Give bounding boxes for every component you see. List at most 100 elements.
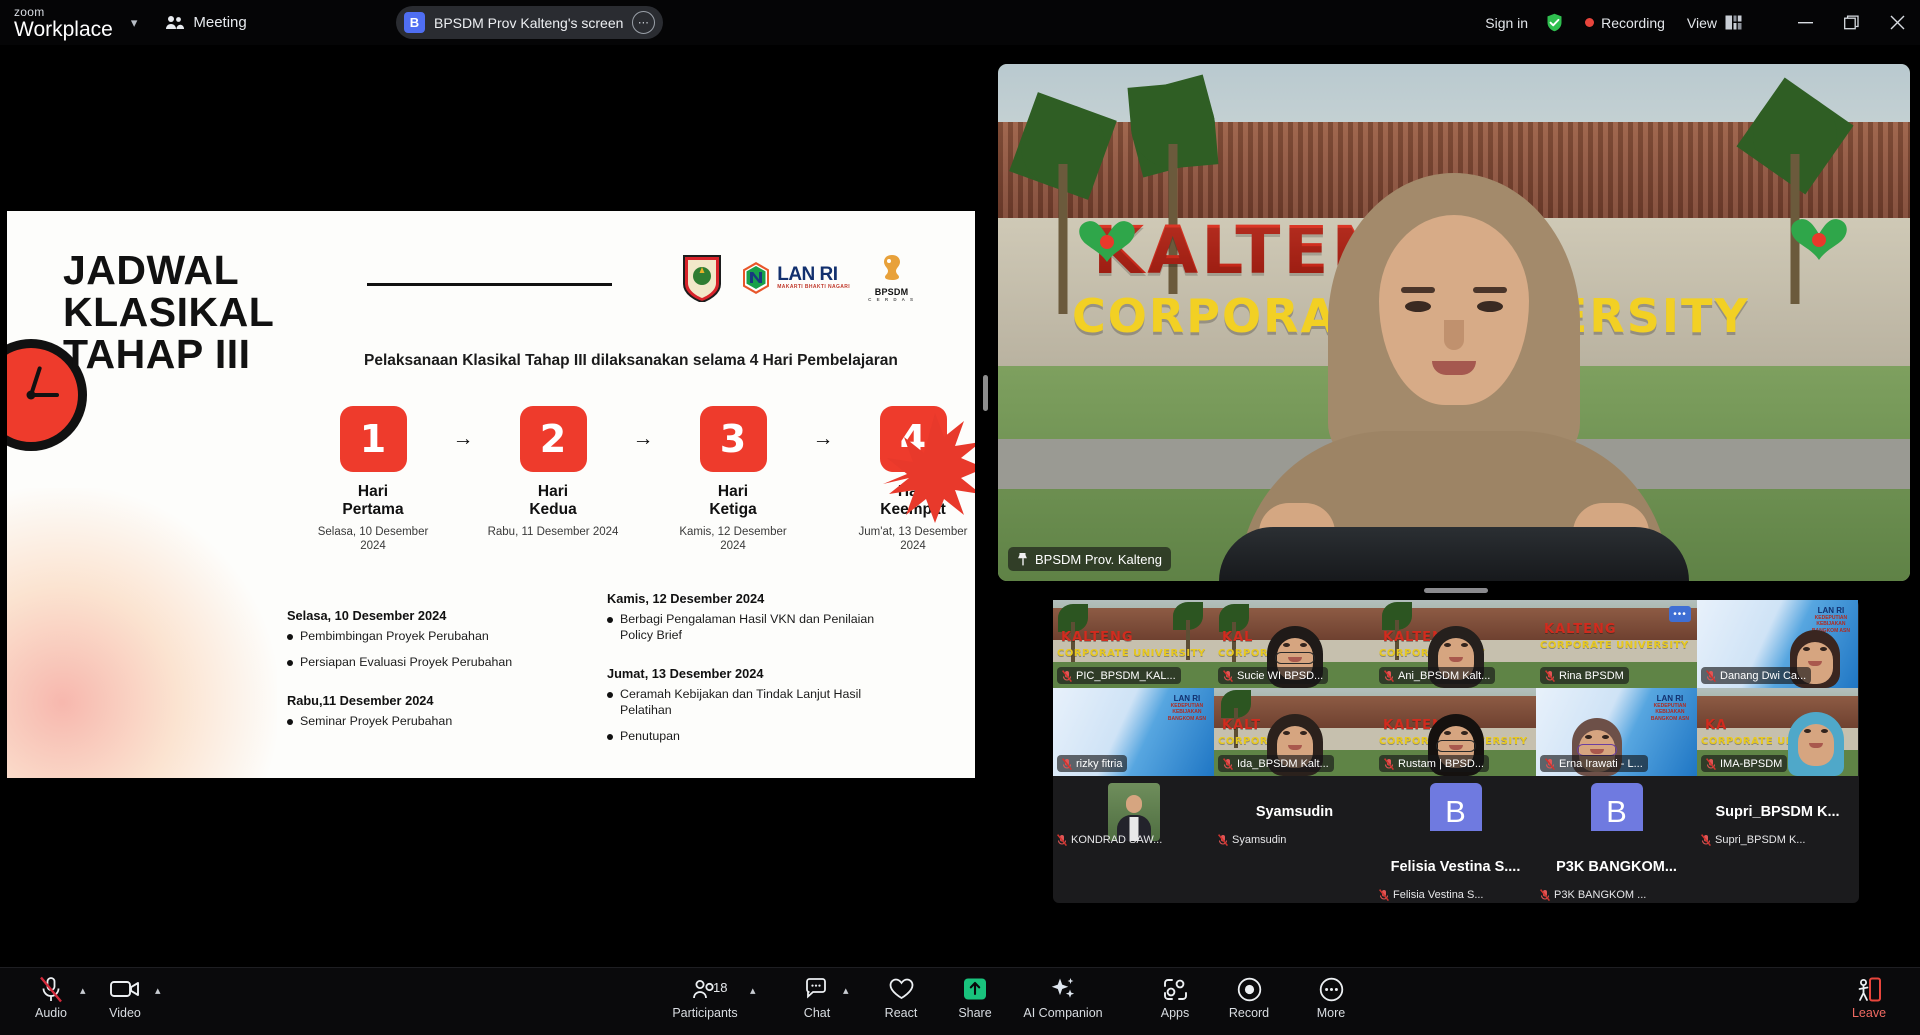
react-button[interactable]: React — [864, 974, 938, 1020]
chevron-down-icon[interactable]: ▾ — [131, 15, 138, 31]
step-name-line1: Hari — [297, 483, 449, 501]
video-label: Video — [88, 1006, 162, 1020]
layout-icon — [1725, 15, 1742, 30]
window-controls — [1782, 0, 1920, 45]
leave-button[interactable]: Leave — [1832, 974, 1906, 1020]
zoom-logo-line1: zoom — [14, 6, 113, 18]
meeting-tab[interactable]: Meeting — [165, 14, 246, 31]
share-button[interactable]: Share — [938, 974, 1012, 1020]
participant-tile[interactable]: KALT CORPORATE Ida_BPSDM Kalt... — [1214, 688, 1375, 776]
record-button[interactable]: Record — [1212, 974, 1286, 1020]
participant-name-text: KONDRAD SAW... — [1071, 834, 1162, 846]
record-label: Record — [1212, 1006, 1286, 1020]
participant-name-label: Syamsudin — [1218, 834, 1286, 846]
ornament-icon — [1074, 214, 1140, 270]
more-button[interactable]: More — [1294, 974, 1368, 1020]
participants-button[interactable]: Participants — [668, 974, 742, 1020]
participant-tile[interactable]: KALTENG CORPORATE UNIVERSITY PIC_BPSDM_K… — [1053, 600, 1214, 688]
step-date: Jum'at, 13 Desember 2024 — [837, 525, 975, 554]
active-speaker-video[interactable]: KALTENG CORPORATE UNIVERSITY — [998, 64, 1910, 581]
people-icon — [165, 15, 184, 30]
chat-button[interactable]: Chat — [780, 974, 854, 1020]
share-scroll-handle[interactable] — [983, 375, 988, 411]
audio-button[interactable]: Audio — [14, 974, 88, 1020]
arrow-right-icon: → — [449, 406, 477, 472]
ellipsis-icon[interactable]: ⋯ — [632, 11, 655, 34]
participant-tile[interactable]: LAN RIKEDEPUTIANKEBIJAKANBANGKOM ASN Ern… — [1536, 688, 1697, 776]
slide-title-line-2: KLASIKAL — [63, 291, 274, 333]
participant-name-label: PIC_BPSDM_KAL... — [1057, 667, 1181, 684]
participant-name-label: Ani_BPSDM Kalt... — [1379, 667, 1495, 684]
step-number-box: 3 — [700, 406, 767, 472]
chat-options-chevron-icon[interactable]: ▴ — [843, 984, 849, 997]
participant-name-text: Syamsudin — [1232, 834, 1286, 846]
agenda-heading: Rabu,11 Desember 2024 — [287, 693, 577, 708]
shield-check-icon[interactable] — [1544, 12, 1565, 33]
tile-backdrop-text: KA — [1705, 718, 1727, 733]
participant-tile[interactable]: KALTENG CORPORATE UNIVERSITY ••• Rina BP… — [1536, 600, 1697, 688]
participant-tile[interactable]: KALTENG CORPORATE UNIVERSITY Rustam | BP… — [1375, 688, 1536, 776]
zoom-meeting-window: zoom Workplace ▾ Meeting B BPSDM Prov Ka… — [0, 0, 1920, 1035]
agenda-item-text: Penutupan — [620, 729, 680, 745]
bpsdm-mark-icon — [875, 253, 909, 281]
arrow-right-icon: → — [809, 406, 837, 472]
participant-tile[interactable]: P3K BANGKOM... P3K BANGKOM ... — [1536, 831, 1697, 903]
minimize-button[interactable] — [1782, 0, 1828, 45]
participant-tile[interactable]: Syamsudin Syamsudin — [1214, 776, 1375, 848]
audio-label: Audio — [14, 1006, 88, 1020]
maximize-button[interactable] — [1828, 0, 1874, 45]
tile-backdrop-text: KAL — [1222, 630, 1253, 645]
participant-tile[interactable]: Felisia Vestina S.... Felisia Vestina S.… — [1375, 831, 1536, 903]
agenda-item: Seminar Proyek Perubahan — [287, 714, 577, 730]
speaker-name-text: BPSDM Prov. Kalteng — [1035, 552, 1162, 567]
maximize-icon — [1844, 15, 1859, 30]
tile-backdrop-subtext: CORPORATE UNIVERSITY — [1540, 640, 1689, 651]
gallery-row: LAN RIKEDEPUTIANKEBIJAKANBANGKOM ASN riz… — [1053, 688, 1859, 776]
participant-tile[interactable]: KA CORPORATE UNIV IMA-BPSDM — [1697, 688, 1858, 776]
camera-icon — [88, 974, 162, 1004]
agenda-item-text: Ceramah Kebijakan dan Tindak Lanjut Hasi… — [620, 687, 907, 719]
microphone-muted-icon — [1223, 670, 1233, 682]
participant-tile[interactable]: KALTENG CORPORATE UNIV Ani_BPSDM Kalt... — [1375, 600, 1536, 688]
screen-share-indicator[interactable]: B BPSDM Prov Kalteng's screen ⋯ — [396, 6, 663, 39]
agenda-heading: Kamis, 12 Desember 2024 — [607, 591, 907, 606]
apps-button[interactable]: Apps — [1138, 974, 1212, 1020]
participant-name-label: rizky fitria — [1057, 755, 1127, 772]
agenda-left-column: Selasa, 10 Desember 2024 Pembimbingan Pr… — [287, 608, 577, 740]
video-button[interactable]: Video — [88, 974, 162, 1020]
participant-tile[interactable]: LAN RIKEDEPUTIANKEBIJAKANBANGKOM ASN riz… — [1053, 688, 1214, 776]
participant-name-label: Danang Dwi Ca... — [1701, 667, 1811, 684]
bpsdm-logo-text: BPSDM — [868, 287, 915, 297]
participant-tile[interactable]: Supri_BPSDM K... Supri_BPSDM K... — [1697, 776, 1858, 848]
bullet-dot-icon — [607, 734, 613, 740]
arrow-right-icon: → — [629, 406, 657, 472]
participant-tile[interactable]: KONDRAD SAW... — [1053, 776, 1214, 848]
participant-tile[interactable]: LAN RIKEDEPUTIANKEBIJAKANBANGKOM ASN Dan… — [1697, 600, 1858, 688]
agenda-item: Persiapan Evaluasi Proyek Perubahan — [287, 655, 577, 671]
participant-name-text: Erna Irawati - L... — [1559, 758, 1643, 770]
ai-companion-button[interactable]: AI Companion — [1015, 974, 1111, 1020]
participant-name-label: KONDRAD SAW... — [1057, 834, 1162, 846]
slide-title-line-3: TAHAP III — [63, 333, 274, 375]
participant-name-text: IMA-BPSDM — [1720, 758, 1782, 770]
video-options-chevron-icon[interactable]: ▴ — [155, 984, 161, 997]
gallery-drag-handle[interactable] — [1424, 588, 1488, 593]
participants-options-chevron-icon[interactable]: ▴ — [750, 984, 756, 997]
close-button[interactable] — [1874, 0, 1920, 45]
microphone-muted-icon — [1062, 670, 1072, 682]
audio-options-chevron-icon[interactable]: ▴ — [80, 984, 86, 997]
avatar-display-name: Felisia Vestina S.... — [1391, 859, 1521, 875]
view-button[interactable]: View — [1687, 15, 1742, 31]
recording-dot-icon — [1585, 18, 1594, 27]
participant-tile[interactable]: KAL CORPORATE Sucie WI BPSD... — [1214, 600, 1375, 688]
glasses-icon — [1275, 652, 1315, 664]
lanri-backdrop-badge: LAN RIKEDEPUTIANKEBIJAKANBANGKOM ASN — [1651, 694, 1689, 722]
shared-slide[interactable]: JADWAL KLASIKAL TAHAP III — [7, 211, 975, 778]
participant-head — [1788, 712, 1844, 776]
tile-more-options-icon[interactable]: ••• — [1669, 606, 1691, 622]
recording-indicator[interactable]: Recording — [1585, 15, 1665, 31]
microphone-muted-icon — [1384, 758, 1394, 770]
sign-in-button[interactable]: Sign in — [1485, 15, 1528, 31]
microphone-muted-icon — [1706, 670, 1716, 682]
shared-screen-area: JADWAL KLASIKAL TAHAP III — [0, 45, 990, 970]
